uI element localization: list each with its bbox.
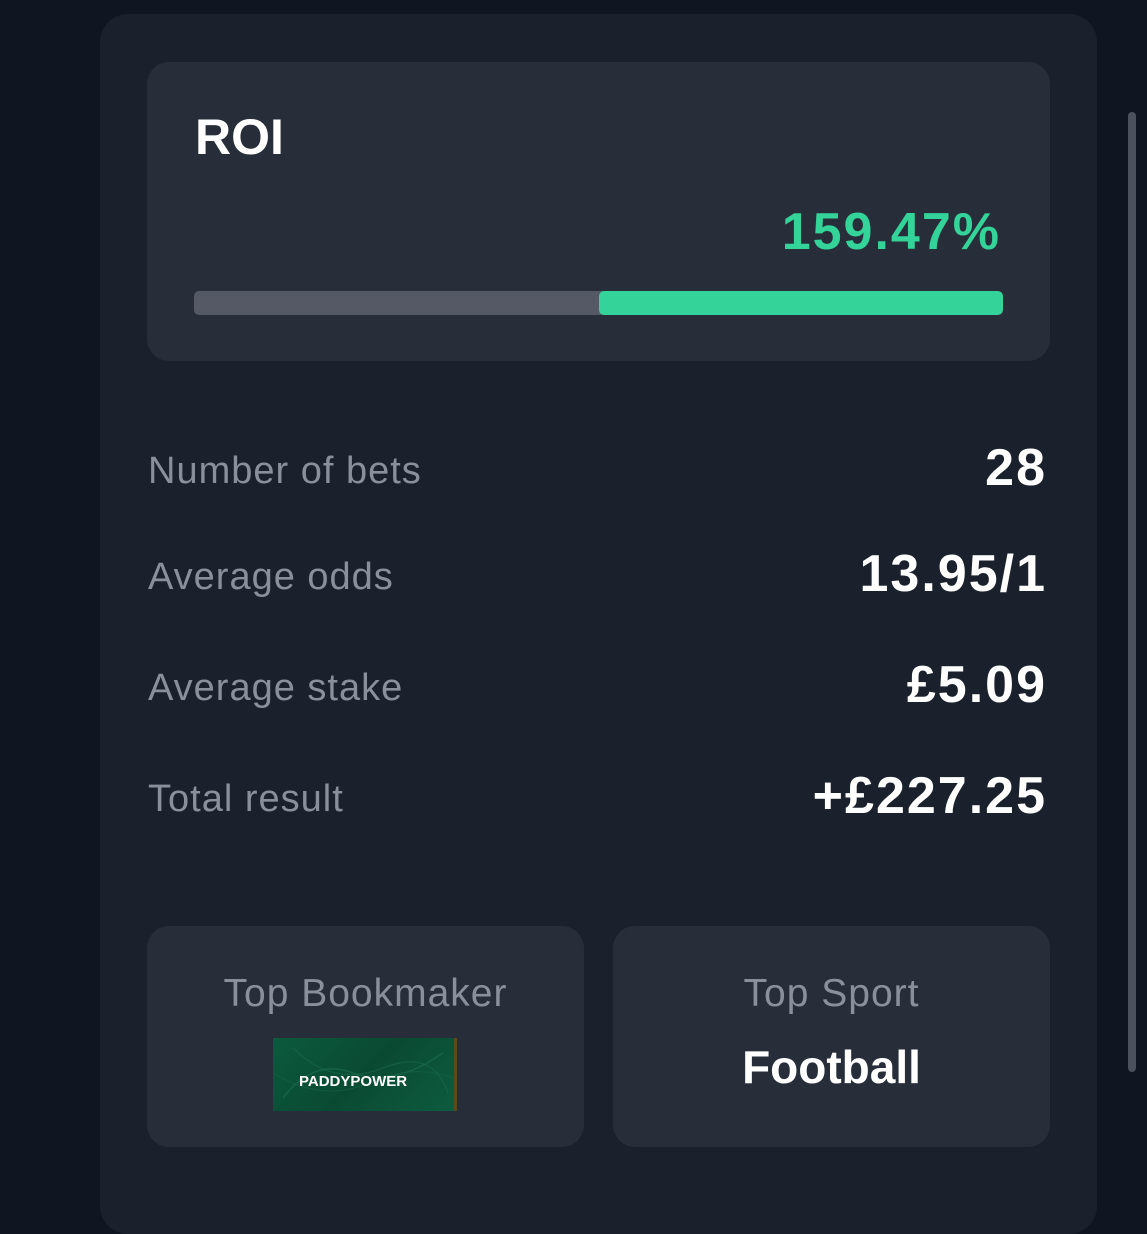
paddypower-logo: PADDYPOWER [273,1038,457,1111]
top-bookmaker-label: Top Bookmaker [223,972,508,1015]
roi-card: ROI 159.47% [147,62,1050,361]
paddypower-logo-text: PADDYPOWER [299,1073,407,1090]
roi-value: 159.47% [781,203,1001,261]
stat-label: Number of bets [148,450,422,492]
stat-label: Average stake [148,667,404,709]
roi-progress-bar [194,291,1003,315]
top-bookmaker-tile[interactable]: Top Bookmaker PADDYPOWER [147,926,584,1147]
roi-progress-fill [598,291,1003,315]
stat-row-total-result: Total result +£227.25 [147,760,1050,840]
top-sport-value: Football [742,1041,921,1093]
scrollbar[interactable] [1128,112,1136,1072]
stat-label: Average odds [148,556,394,598]
stat-value: £5.09 [906,656,1047,714]
stat-value: 13.95/1 [859,545,1047,603]
top-sport-tile[interactable]: Top Sport Football [613,926,1050,1147]
stat-value: 28 [985,439,1047,497]
stat-row-number-of-bets: Number of bets 28 [147,432,1050,512]
stat-label: Total result [148,778,344,820]
top-sport-label: Top Sport [743,972,920,1015]
stat-row-average-odds: Average odds 13.95/1 [147,538,1050,618]
stat-row-average-stake: Average stake £5.09 [147,649,1050,729]
roi-title: ROI [195,109,284,165]
stat-value: +£227.25 [812,767,1047,825]
